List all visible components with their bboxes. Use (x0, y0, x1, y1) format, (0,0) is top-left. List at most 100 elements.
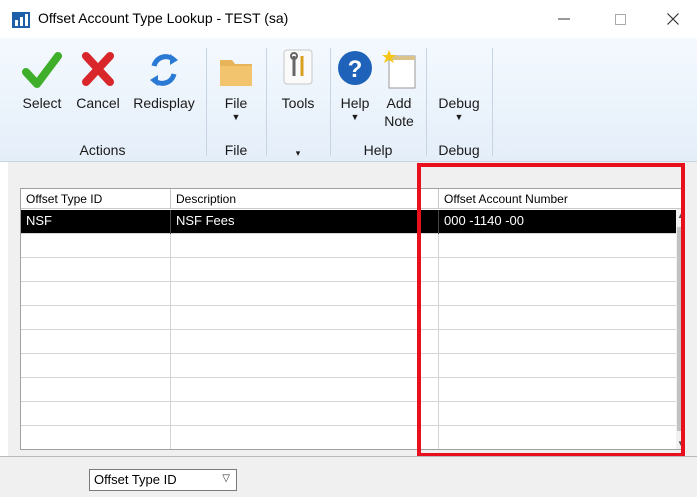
scroll-thumb[interactable] (677, 227, 684, 431)
file-group-label: File (224, 142, 248, 158)
table-cell (439, 234, 676, 258)
table-cell (439, 402, 676, 426)
note-icon (382, 50, 416, 89)
select-button[interactable]: Select (14, 46, 70, 112)
debug-label: Debug (438, 95, 480, 111)
table-cell (21, 354, 171, 378)
table-row[interactable] (21, 234, 676, 258)
sort-by-value: Offset Type ID (94, 472, 177, 487)
table-cell (439, 426, 676, 449)
table-row[interactable] (21, 426, 676, 449)
folder-icon (220, 60, 252, 86)
help-button[interactable]: ? Help ▼ (335, 46, 375, 122)
column-header-description[interactable]: Description (171, 189, 439, 209)
table-row[interactable] (21, 378, 676, 402)
ribbon-toolbar: Select Cancel Redisplay Actions File ▼ F… (0, 38, 697, 162)
cancel-label: Cancel (76, 95, 120, 111)
lookup-table: Offset Type ID Description Offset Accoun… (20, 188, 685, 450)
cell-offset-account-number: 000 -1140 -00 (444, 213, 524, 228)
grid-area: Offset Type ID Description Offset Accoun… (8, 162, 697, 456)
add-note-label-line2: Note (384, 113, 414, 129)
close-button[interactable] (650, 0, 696, 38)
table-cell (171, 402, 439, 426)
table-cell (21, 234, 171, 258)
title-bar: Offset Account Type Lookup - TEST (sa) (0, 0, 697, 38)
sort-by-select[interactable]: Offset Type ID ▽ (89, 469, 237, 491)
table-cell (21, 258, 171, 282)
scroll-down-icon[interactable]: ▼ (676, 437, 684, 449)
file-button[interactable]: File ▼ (213, 46, 259, 122)
table-row[interactable] (21, 282, 676, 306)
table-cell (439, 378, 676, 402)
table-row[interactable] (21, 258, 676, 282)
minimize-icon (558, 18, 570, 20)
table-cell (21, 306, 171, 330)
scroll-up-icon[interactable]: ▲ (676, 209, 684, 223)
table-cell (171, 234, 439, 258)
tools-icon (283, 49, 313, 85)
debug-dropdown-icon: ▼ (454, 112, 464, 122)
table-cell (171, 378, 439, 402)
app-icon (12, 12, 30, 28)
x-icon (82, 52, 114, 86)
maximize-icon (614, 13, 626, 25)
actions-group: Select Cancel Redisplay Actions (0, 46, 205, 162)
chevron-down-icon: ▽ (222, 473, 230, 484)
debug-group-label: Debug (438, 142, 480, 158)
actions-group-label: Actions (79, 142, 126, 158)
table-cell (171, 426, 439, 449)
cell-offset-type-id: NSF (21, 210, 171, 234)
help-group: ? Help ▼ Add Note Help (331, 46, 425, 162)
table-cell (21, 426, 171, 449)
table-row[interactable]: NSF NSF Fees 000 -1140 -00 (21, 210, 676, 234)
file-dropdown-icon: ▼ (231, 112, 241, 122)
vertical-scrollbar[interactable]: ▲ ▼ (676, 209, 684, 449)
table-cell (171, 258, 439, 282)
redisplay-label: Redisplay (133, 95, 195, 111)
tools-button[interactable]: Tools (275, 46, 321, 112)
maximize-button[interactable] (597, 0, 643, 38)
table-cell (21, 330, 171, 354)
add-note-label-line1: Add (386, 95, 412, 111)
table-header: Offset Type ID Description Offset Accoun… (21, 189, 684, 209)
table-row[interactable] (21, 306, 676, 330)
checkmark-icon (22, 52, 62, 88)
column-header-offset-account-number[interactable]: Offset Account Number (439, 189, 676, 209)
table-cell (439, 330, 676, 354)
group-divider (492, 48, 493, 156)
table-cell (21, 402, 171, 426)
svg-text:?: ? (348, 56, 363, 83)
help-group-label: Help (363, 142, 393, 158)
minimize-button[interactable] (541, 0, 587, 38)
bottom-bar: Offset Type ID ▽ (0, 456, 697, 497)
help-dropdown-icon: ▼ (350, 112, 360, 122)
refresh-icon (150, 54, 178, 86)
table-cell (171, 282, 439, 306)
window-title: Offset Account Type Lookup - TEST (sa) (38, 10, 289, 26)
tools-options-icon[interactable]: ▾ (267, 148, 329, 159)
help-icon: ? (338, 51, 372, 85)
column-header-offset-type-id[interactable]: Offset Type ID (21, 189, 171, 209)
table-cell (171, 306, 439, 330)
table-row[interactable] (21, 402, 676, 426)
table-row[interactable] (21, 330, 676, 354)
table-cell (21, 378, 171, 402)
debug-button[interactable]: Debug ▼ (435, 46, 483, 122)
add-note-button[interactable]: Add Note (377, 46, 421, 130)
table-cell (21, 282, 171, 306)
file-group: File ▼ File (207, 46, 265, 162)
table-row[interactable] (21, 354, 676, 378)
redisplay-button[interactable]: Redisplay (128, 46, 200, 112)
table-cell (439, 282, 676, 306)
select-label: Select (22, 95, 62, 111)
help-label: Help (340, 95, 370, 111)
table-cell (171, 330, 439, 354)
file-label: File (224, 95, 248, 111)
debug-icon (435, 46, 483, 94)
debug-group: Debug ▼ Debug (427, 46, 491, 162)
cancel-button[interactable]: Cancel (72, 46, 124, 112)
tools-group: Tools ▾ (267, 46, 329, 162)
tools-label: Tools (281, 95, 315, 111)
cell-description: NSF Fees (171, 210, 439, 234)
table-cell (439, 354, 676, 378)
